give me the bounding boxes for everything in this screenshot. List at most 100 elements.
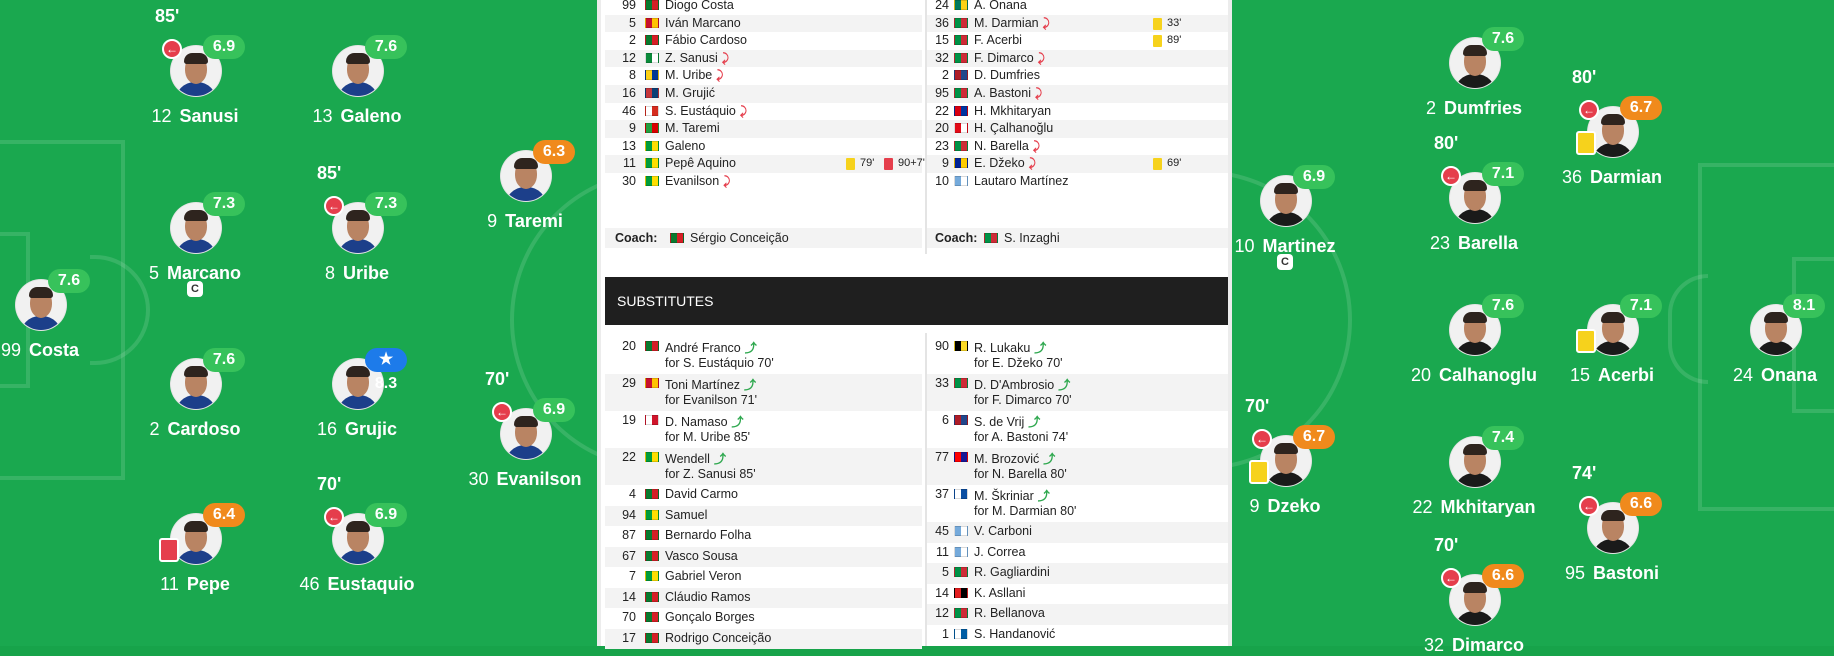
player-name[interactable]: E. Džeko ⤸ — [974, 156, 1036, 171]
player-name[interactable]: D. Namaso ⤴ — [665, 413, 744, 430]
player-name[interactable]: D. Dumfries — [974, 68, 1040, 82]
player-name[interactable]: Vasco Sousa — [665, 549, 738, 563]
lineup-row[interactable]: 95 A. Bastoni ⤸ — [927, 85, 1228, 103]
player-name[interactable]: M. Uribe ⤸ — [665, 68, 723, 83]
player-name[interactable]: 36 Darmian — [1512, 167, 1712, 188]
player-name[interactable]: M. Taremi — [665, 121, 720, 135]
substitute-row[interactable]: 14 K. Asllani — [927, 584, 1228, 605]
player-name[interactable]: Toni Martínez ⤴ — [665, 376, 756, 393]
player-name[interactable]: Lautaro Martínez — [974, 174, 1069, 188]
lineup-row[interactable]: 16 M. Grujić — [605, 85, 922, 103]
lineup-row[interactable]: 46 S. Eustáquio ⤸ — [605, 103, 922, 121]
player-name[interactable]: 9 Taremi — [425, 211, 625, 232]
player-name[interactable]: S. de Vrij ⤴ — [974, 413, 1040, 430]
player-name[interactable]: A. Onana — [974, 0, 1027, 12]
player-name[interactable]: Z. Sanusi ⤸ — [665, 51, 729, 66]
player-name[interactable]: 23 Barella — [1374, 233, 1574, 254]
substitute-row[interactable]: 12 R. Bellanova — [927, 604, 1228, 625]
substitute-row[interactable]: 67 Vasco Sousa — [605, 546, 922, 567]
player-name[interactable]: 95 Bastoni — [1512, 563, 1712, 584]
player-name[interactable]: Bernardo Folha — [665, 528, 751, 542]
substitute-row[interactable]: 6 S. de Vrij ⤴ for A. Bastoni 74' — [927, 411, 1228, 448]
lineup-row[interactable]: 23 N. Barella ⤸ — [927, 138, 1228, 156]
lineup-row[interactable]: 20 H. Çalhanoğlu — [927, 120, 1228, 138]
substitute-row[interactable]: 20 André Franco ⤴ for S. Eustáquio 70' — [605, 337, 922, 374]
lineup-row[interactable]: 8 M. Uribe ⤸ — [605, 67, 922, 85]
player-name[interactable]: 46 Eustaquio — [257, 574, 457, 595]
player-name[interactable]: R. Gagliardini — [974, 565, 1050, 579]
player-name[interactable]: V. Carboni — [974, 524, 1032, 538]
substitute-row[interactable]: 70 Gonçalo Borges — [605, 608, 922, 629]
player-name[interactable]: M. Škriniar ⤴ — [974, 487, 1050, 504]
lineup-row[interactable]: 15 F. Acerbi 89' — [927, 32, 1228, 50]
player-name[interactable]: 8 Uribe — [257, 263, 457, 284]
player-name[interactable]: 24 Onana — [1675, 365, 1834, 386]
player-name[interactable]: David Carmo — [665, 487, 738, 501]
player-name[interactable]: Cláudio Ramos — [665, 590, 750, 604]
substitute-row[interactable]: 14 Cláudio Ramos — [605, 587, 922, 608]
substitute-row[interactable]: 87 Bernardo Folha — [605, 526, 922, 547]
substitute-row[interactable]: 5 R. Gagliardini — [927, 563, 1228, 584]
player-name[interactable]: F. Acerbi — [974, 33, 1022, 47]
player-name[interactable]: Wendell ⤴ — [665, 450, 726, 467]
player-name[interactable]: J. Correa — [974, 545, 1025, 559]
player-name[interactable]: Gonçalo Borges — [665, 610, 755, 624]
lineup-row[interactable]: 11 Pepê Aquino 79' 90+7' — [605, 155, 925, 173]
player-name[interactable]: 16 Grujic — [257, 419, 457, 440]
substitute-row[interactable]: 90 R. Lukaku ⤴ for E. Džeko 70' — [927, 337, 1228, 374]
player-name[interactable]: 30 Evanilson — [425, 469, 625, 490]
player-name[interactable]: Fábio Cardoso — [665, 33, 747, 47]
substitute-row[interactable]: 11 J. Correa — [927, 543, 1228, 564]
substitute-row[interactable]: 7 Gabriel Veron — [605, 567, 922, 588]
lineup-row[interactable]: 99 Diogo Costa — [605, 0, 922, 15]
player-name[interactable]: A. Bastoni ⤸ — [974, 86, 1042, 101]
player-name[interactable]: S. Handanović — [974, 627, 1055, 641]
substitute-row[interactable]: 45 V. Carboni — [927, 522, 1228, 543]
lineup-row[interactable]: 2 D. Dumfries — [927, 67, 1228, 85]
substitute-row[interactable]: 37 M. Škriniar ⤴ for M. Darmian 80' — [927, 485, 1228, 522]
player-name[interactable]: R. Bellanova — [974, 606, 1045, 620]
player-name[interactable]: H. Mkhitaryan — [974, 104, 1051, 118]
player-name[interactable]: 22 Mkhitaryan — [1374, 497, 1574, 518]
lineup-row[interactable]: 30 Evanilson ⤸ — [605, 173, 922, 191]
lineup-row[interactable]: 32 F. Dimarco ⤸ — [927, 49, 1228, 68]
player-name[interactable]: Diogo Costa — [665, 0, 734, 12]
player-name[interactable]: H. Çalhanoğlu — [974, 121, 1053, 135]
lineup-row[interactable]: 9 E. Džeko ⤸ 69' — [927, 155, 1228, 173]
player-name[interactable]: M. Brozović ⤴ — [974, 450, 1055, 467]
player-name[interactable]: Gabriel Veron — [665, 569, 741, 583]
lineup-row[interactable]: 24 A. Onana — [927, 0, 1228, 15]
player-name[interactable]: André Franco ⤴ — [665, 339, 757, 356]
substitute-row[interactable]: 1 S. Handanović — [927, 625, 1228, 646]
lineup-row[interactable]: 5 Iván Marcano — [605, 14, 922, 33]
player-name[interactable]: Evanilson ⤸ — [665, 174, 730, 189]
player-name[interactable]: R. Lukaku ⤴ — [974, 339, 1046, 356]
substitute-row[interactable]: 22 Wendell ⤴ for Z. Sanusi 85' — [605, 448, 922, 485]
substitute-row[interactable]: 4 David Carmo — [605, 485, 922, 506]
home-coach-name[interactable]: Sérgio Conceição — [690, 231, 789, 245]
substitute-row[interactable]: 94 Samuel — [605, 505, 922, 526]
lineup-row[interactable]: 36 M. Darmian ⤸ 33' — [927, 14, 1228, 33]
player-name[interactable]: M. Darmian ⤸ — [974, 16, 1050, 31]
lineup-row[interactable]: 22 H. Mkhitaryan — [927, 103, 1228, 121]
player-name[interactable]: Iván Marcano — [665, 16, 741, 30]
lineup-row[interactable]: 2 Fábio Cardoso — [605, 32, 922, 50]
lineup-row[interactable]: 12 Z. Sanusi ⤸ — [605, 49, 922, 68]
player-name[interactable]: N. Barella ⤸ — [974, 139, 1040, 154]
player-name[interactable]: S. Eustáquio ⤸ — [665, 104, 747, 119]
player-name[interactable]: Rodrigo Conceição — [665, 631, 771, 645]
player-name[interactable]: F. Dimarco ⤸ — [974, 51, 1045, 66]
substitute-row[interactable]: 77 M. Brozović ⤴ for N. Barella 80' — [927, 448, 1228, 485]
player-name[interactable]: M. Grujić — [665, 86, 715, 100]
away-coach-name[interactable]: S. Inzaghi — [1004, 231, 1060, 245]
player-name[interactable]: D. D'Ambrosio ⤴ — [974, 376, 1070, 393]
lineup-row[interactable]: 9 M. Taremi — [605, 120, 922, 138]
lineup-row[interactable]: 10 Lautaro Martínez — [927, 173, 1228, 191]
substitute-row[interactable]: 33 D. D'Ambrosio ⤴ for F. Dimarco 70' — [927, 374, 1228, 411]
player-name[interactable]: K. Asllani — [974, 586, 1025, 600]
player-name[interactable]: Samuel — [665, 508, 707, 522]
player-name[interactable]: 13 Galeno — [257, 106, 457, 127]
player-name[interactable]: 2 Dumfries — [1374, 98, 1574, 119]
substitute-row[interactable]: 19 D. Namaso ⤴ for M. Uribe 85' — [605, 411, 922, 448]
substitute-row[interactable]: 29 Toni Martínez ⤴ for Evanilson 71' — [605, 374, 922, 411]
